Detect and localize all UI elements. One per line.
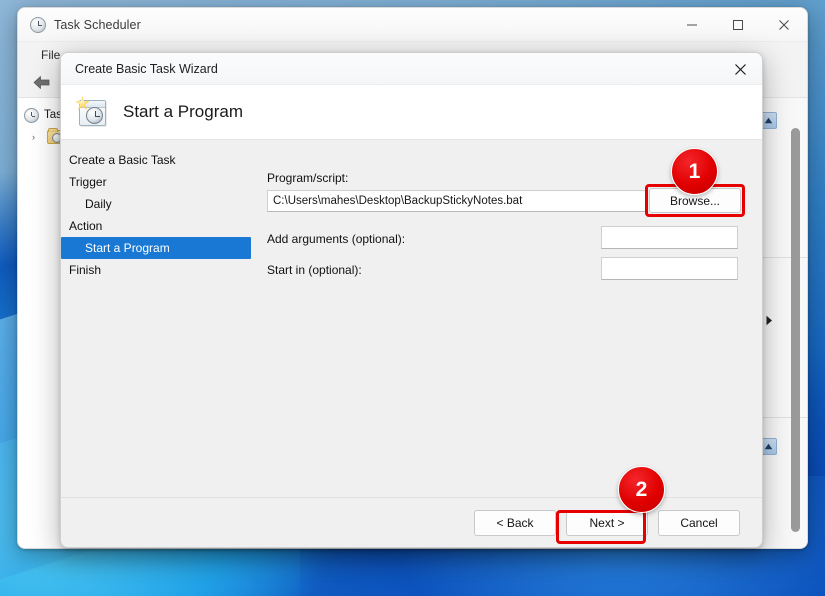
wizard-step-start-a-program[interactable]: Start a Program xyxy=(61,237,251,259)
add-arguments-label: Add arguments (optional): xyxy=(267,232,406,246)
vertical-scrollbar-thumb[interactable] xyxy=(791,128,800,532)
wizard-step-daily[interactable]: Daily xyxy=(61,193,261,215)
wizard-step-list: Create a Basic Task Trigger Daily Action… xyxy=(61,140,261,497)
dialog-body: Create a Basic Task Trigger Daily Action… xyxy=(61,139,762,497)
maximize-icon[interactable] xyxy=(715,8,761,42)
desktop-wallpaper: Task Scheduler File Task › Create Basic … xyxy=(0,0,825,596)
add-arguments-input[interactable] xyxy=(601,226,738,249)
annotation-badge-2: 2 xyxy=(618,466,665,513)
start-in-label: Start in (optional): xyxy=(267,263,362,277)
chevron-right-icon[interactable]: › xyxy=(32,132,42,142)
wizard-step-action[interactable]: Action xyxy=(61,215,261,237)
program-script-input[interactable]: C:\Users\mahes\Desktop\BackupStickyNotes… xyxy=(267,190,647,212)
dialog-header: Start a Program xyxy=(61,85,762,139)
close-icon[interactable] xyxy=(761,8,807,42)
minimize-icon[interactable] xyxy=(669,8,715,42)
wizard-step-finish[interactable]: Finish xyxy=(61,259,261,281)
dialog-title: Create Basic Task Wizard xyxy=(75,61,218,76)
step-label: Action xyxy=(69,219,103,233)
pane-splitter-handle[interactable] xyxy=(762,314,775,327)
clock-icon xyxy=(24,107,39,123)
dialog-titlebar: Create Basic Task Wizard xyxy=(61,53,762,85)
step-label: Finish xyxy=(69,263,102,277)
next-button[interactable]: Next > xyxy=(566,510,648,536)
vertical-scrollbar[interactable] xyxy=(791,128,800,532)
window-controls xyxy=(669,8,807,42)
close-icon[interactable] xyxy=(718,53,762,85)
task-schedule-star-icon xyxy=(75,96,109,128)
wizard-step-create-a-basic-task[interactable]: Create a Basic Task xyxy=(61,149,261,171)
step-label: Create a Basic Task xyxy=(69,153,176,167)
back-arrow-icon[interactable] xyxy=(28,73,54,93)
step-label: Daily xyxy=(85,197,112,211)
clock-icon xyxy=(30,16,46,33)
wizard-step-trigger[interactable]: Trigger xyxy=(61,171,261,193)
window-title: Task Scheduler xyxy=(54,17,141,32)
page-title: Start a Program xyxy=(123,102,243,121)
annotation-badge-1: 1 xyxy=(671,148,718,195)
step-label: Trigger xyxy=(69,175,107,189)
program-script-label: Program/script: xyxy=(267,171,349,185)
cancel-button[interactable]: Cancel xyxy=(658,510,740,536)
back-button[interactable]: < Back xyxy=(474,510,556,536)
step-label: Start a Program xyxy=(85,241,170,255)
window-titlebar: Task Scheduler xyxy=(18,8,807,42)
start-in-input[interactable] xyxy=(601,257,738,280)
